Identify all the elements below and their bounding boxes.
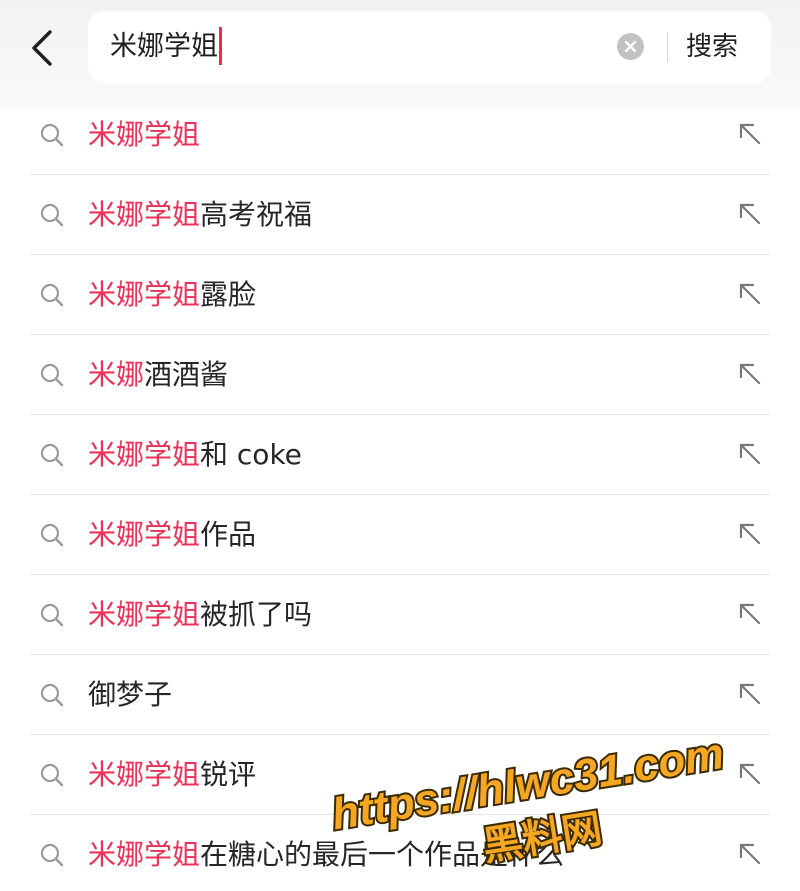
magnifier-icon	[40, 523, 64, 547]
search-box[interactable]: 米娜学姐 搜索	[88, 11, 771, 83]
magnifier-icon	[40, 443, 64, 467]
suggestion-rest: 作品	[200, 518, 257, 551]
suggestion-label: 米娜学姐锐评	[88, 735, 256, 815]
arrow-up-left-icon[interactable]	[737, 281, 763, 307]
arrow-up-left-icon[interactable]	[737, 841, 763, 867]
suggestion-rest: 和 coke	[200, 438, 302, 471]
suggestion-rest: 锐评	[200, 758, 257, 791]
suggestion-rest: 酒酒酱	[144, 358, 229, 391]
magnifier-icon	[40, 683, 64, 707]
suggestion-highlight: 米娜学姐	[88, 598, 201, 631]
magnifier-icon	[40, 603, 64, 627]
arrow-up-left-icon[interactable]	[737, 361, 763, 387]
suggestion-label: 御梦子	[88, 655, 172, 735]
suggestion-item[interactable]: 米娜学姐高考祝福	[29, 175, 771, 255]
suggestion-item[interactable]: 御梦子	[29, 655, 771, 735]
back-button[interactable]	[26, 28, 58, 68]
suggestion-item[interactable]: 米娜酒酒酱	[29, 335, 771, 415]
clear-x-circle-icon	[624, 40, 637, 53]
magnifier-icon	[40, 843, 64, 867]
search-divider	[667, 32, 668, 62]
search-query: 米娜学姐	[110, 31, 218, 62]
magnifier-icon	[40, 363, 64, 387]
search-header: 米娜学姐 搜索	[0, 0, 800, 110]
suggestion-item[interactable]: 米娜学姐被抓了吗	[29, 575, 771, 655]
arrow-up-left-icon[interactable]	[737, 601, 763, 627]
arrow-up-left-icon[interactable]	[737, 201, 763, 227]
suggestion-label: 米娜学姐作品	[88, 495, 256, 575]
suggestion-item[interactable]: 米娜学姐	[29, 95, 771, 175]
suggestion-label: 米娜学姐在糖心的最后一个作品是什么	[88, 815, 564, 891]
suggestion-highlight: 米娜学姐	[88, 118, 201, 151]
magnifier-icon	[40, 763, 64, 787]
suggestion-item[interactable]: 米娜学姐和 coke	[29, 415, 771, 495]
arrow-up-left-icon[interactable]	[737, 521, 763, 547]
chevron-left-icon	[32, 30, 52, 66]
suggestion-rest: 高考祝福	[200, 198, 313, 231]
suggestion-highlight: 米娜	[88, 358, 145, 391]
suggestion-rest: 在糖心的最后一个作品是什么	[200, 838, 565, 871]
suggestion-highlight: 米娜学姐	[88, 518, 201, 551]
suggestion-label: 米娜学姐和 coke	[88, 415, 302, 495]
suggestion-highlight: 米娜学姐	[88, 838, 201, 871]
arrow-up-left-icon[interactable]	[737, 681, 763, 707]
text-caret	[219, 26, 222, 65]
suggestion-item[interactable]: 米娜学姐作品	[29, 495, 771, 575]
suggestion-label: 米娜学姐高考祝福	[88, 175, 312, 255]
arrow-up-left-icon[interactable]	[737, 121, 763, 147]
suggestion-rest: 被抓了吗	[200, 598, 313, 631]
suggestion-rest: 御梦子	[88, 678, 173, 711]
arrow-up-left-icon[interactable]	[737, 761, 763, 787]
magnifier-icon	[40, 203, 64, 227]
clear-button[interactable]	[617, 33, 644, 60]
suggestion-item[interactable]: 米娜学姐在糖心的最后一个作品是什么	[29, 815, 771, 891]
search-input[interactable]: 米娜学姐	[110, 11, 222, 83]
suggestion-label: 米娜学姐露脸	[88, 255, 256, 335]
suggestion-highlight: 米娜学姐	[88, 438, 201, 471]
suggestion-highlight: 米娜学姐	[88, 278, 201, 311]
magnifier-icon	[40, 283, 64, 307]
suggestion-label: 米娜学姐被抓了吗	[88, 575, 312, 655]
magnifier-icon	[40, 123, 64, 147]
suggestion-highlight: 米娜学姐	[88, 198, 201, 231]
suggestion-label: 米娜酒酒酱	[88, 335, 228, 415]
search-button[interactable]: 搜索	[686, 11, 738, 83]
suggestion-item[interactable]: 米娜学姐露脸	[29, 255, 771, 335]
suggestion-rest: 露脸	[200, 278, 257, 311]
suggestion-item[interactable]: 米娜学姐锐评	[29, 735, 771, 815]
arrow-up-left-icon[interactable]	[737, 441, 763, 467]
suggestion-label: 米娜学姐	[88, 95, 200, 175]
suggestion-highlight: 米娜学姐	[88, 758, 201, 791]
